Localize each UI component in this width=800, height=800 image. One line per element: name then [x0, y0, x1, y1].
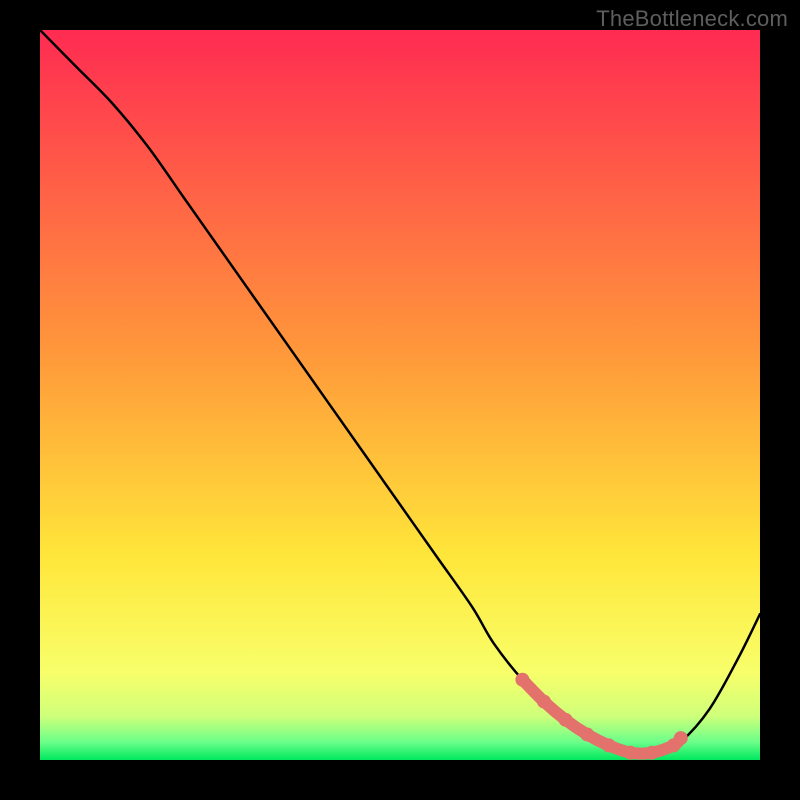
chart-svg [40, 30, 760, 760]
highlight-dot [674, 731, 688, 745]
highlight-dot [537, 695, 551, 709]
highlight-dot [580, 727, 594, 741]
watermark-text: TheBottleneck.com [596, 6, 788, 32]
highlight-dot [515, 673, 529, 687]
highlight-dot [559, 713, 573, 727]
chart-plot-area [40, 30, 760, 760]
highlight-dot [623, 746, 637, 760]
chart-frame: TheBottleneck.com [0, 0, 800, 800]
gradient-background [40, 30, 760, 760]
highlight-dot [602, 738, 616, 752]
highlight-dot [645, 746, 659, 760]
